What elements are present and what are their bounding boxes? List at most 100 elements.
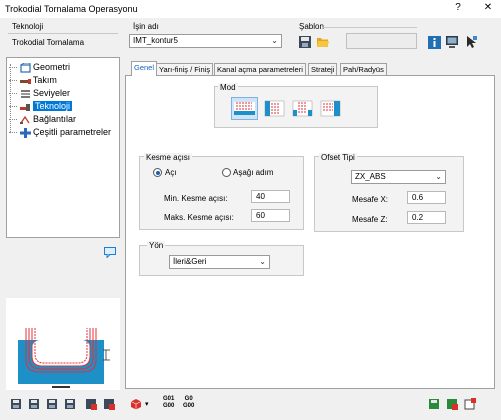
template-name-field[interactable] [346,33,417,49]
window-title: Trokodial Tornalama Operasyonu [5,4,138,14]
cursor-icon [467,36,477,48]
teknoloji-separator [8,33,118,34]
yon-value: İleri&Geri [173,257,207,266]
plus-params-icon [19,127,31,138]
isin-adi-combo[interactable]: IMT_kontur5 ⌄ [129,34,282,48]
geometry-icon [19,62,31,73]
ofset-type-value: ZX_ABS [355,172,386,181]
yon-title: Yön [147,241,166,250]
save-icon [11,399,21,409]
maks-kesme-input[interactable]: 60 [251,209,290,222]
asagi-adim-radio[interactable] [222,168,231,177]
apply-icon [447,399,458,410]
teknoloji-value: Trokodial Tornalama [12,38,85,47]
tree-item-takim[interactable]: Takım [9,74,57,86]
save-template-button[interactable] [298,35,312,49]
teknoloji-label: Teknoloji [12,22,44,31]
tree-item-teknoloji[interactable]: Teknoloji [9,100,73,112]
mod-option-1-button[interactable] [231,97,258,120]
aci-label: Açı [165,168,177,177]
links-icon [19,115,30,124]
isin-adi-label: İşin adı [133,22,159,31]
open-template-button[interactable] [316,35,330,49]
g0-button[interactable]: G0 G00 [183,396,194,410]
chevron-down-icon: ⌄ [259,257,266,266]
tool-icon [19,78,31,84]
sablon-label: Şablon [299,22,324,31]
save-close-icon [29,399,39,409]
min-kesme-input[interactable]: 40 [251,190,290,203]
mod-label: Mod [218,83,238,92]
turning-preview-icon [18,328,110,388]
ok-button[interactable] [428,398,440,410]
tree-item-geometri[interactable]: Geometri [9,61,70,73]
g01-bottom-text: G00 [163,403,175,409]
mod-option-2-button[interactable] [262,98,287,119]
technology-icon [19,103,30,111]
monitor-icon [446,36,458,48]
mode-profile-icon [320,100,341,117]
mode-groove-icon [292,100,313,117]
save-all-button[interactable] [10,398,22,410]
delete-icon [86,399,97,410]
maks-kesme-label: Maks. Kesme açısı: [164,213,234,222]
sablon-separator [322,27,417,28]
save-as-icon [65,399,75,409]
simulation-button[interactable] [130,398,142,410]
new-icon [464,398,476,410]
g01-top-text: G01 [163,396,175,402]
info-icon [428,36,441,49]
mode-face-icon [264,100,285,117]
cancel-button[interactable] [103,398,115,410]
tab-strateji[interactable]: Strateji [308,63,338,75]
view-button[interactable] [445,35,459,49]
folder-open-icon [317,38,329,47]
g0-bottom-text: G00 [183,403,195,409]
save-as-button[interactable] [64,398,76,410]
new-button[interactable] [464,398,476,410]
g0-top-text: G0 [184,396,193,402]
tab-genel[interactable]: Genel [131,61,158,76]
mesafe-z-input[interactable]: 0.2 [407,211,446,224]
aci-radio[interactable] [153,168,162,177]
tree-item-seviyeler[interactable]: Seviyeler [9,87,70,99]
kesme-acisi-title: Kesme açısı [144,153,193,162]
delete-button[interactable] [85,398,97,410]
mod-option-3-button[interactable] [290,98,315,119]
save-close-button[interactable] [28,398,40,410]
simulation-dropdown-icon[interactable]: ▾ [145,400,149,408]
cancel-icon [104,399,115,410]
chevron-down-icon: ⌄ [435,172,442,181]
tab-yari-finis[interactable]: Yarı-finiş / Finiş [156,63,214,75]
select-button[interactable] [464,35,478,49]
mesafe-x-input[interactable]: 0.6 [407,191,446,204]
save-icon [299,36,311,48]
levels-icon [20,89,30,98]
mesafe-z-label: Mesafe Z: [352,215,388,224]
help-button[interactable]: ? [451,2,465,16]
tree-item-cesitli-parametreler[interactable]: Çeşitli parametreler [9,126,111,138]
asagi-adim-label: Aşağı adım [233,168,274,177]
min-kesme-label: Min. Kesme açısı: [164,194,228,203]
info-button[interactable] [428,36,442,50]
ok-icon [429,399,439,409]
tab-pah-radyus[interactable]: Pah/Radyüs [340,63,387,75]
tree-item-baglantilar[interactable]: Bağlantılar [9,113,76,125]
save-calc-button[interactable] [46,398,58,410]
close-button[interactable]: ✕ [481,2,495,16]
ofset-type-combo[interactable]: ZX_ABS ⌄ [351,170,446,184]
isin-adi-value: IMT_kontur5 [133,36,178,45]
tab-kanal-acma[interactable]: Kanal açma parametreleri [214,63,306,75]
tool-preview [6,298,120,390]
mesafe-x-label: Mesafe X: [352,195,389,204]
mod-option-4-button[interactable] [318,98,343,119]
comment-button[interactable] [104,247,116,259]
chevron-down-icon: ⌄ [271,36,278,45]
mode-longitudinal-icon [234,102,255,115]
yon-combo[interactable]: İleri&Geri ⌄ [169,255,270,269]
g01-button[interactable]: G01 G00 [163,396,174,410]
cube-icon [130,399,142,410]
comment-icon [104,247,116,259]
apply-button[interactable] [446,398,458,410]
tree-line [10,64,12,132]
